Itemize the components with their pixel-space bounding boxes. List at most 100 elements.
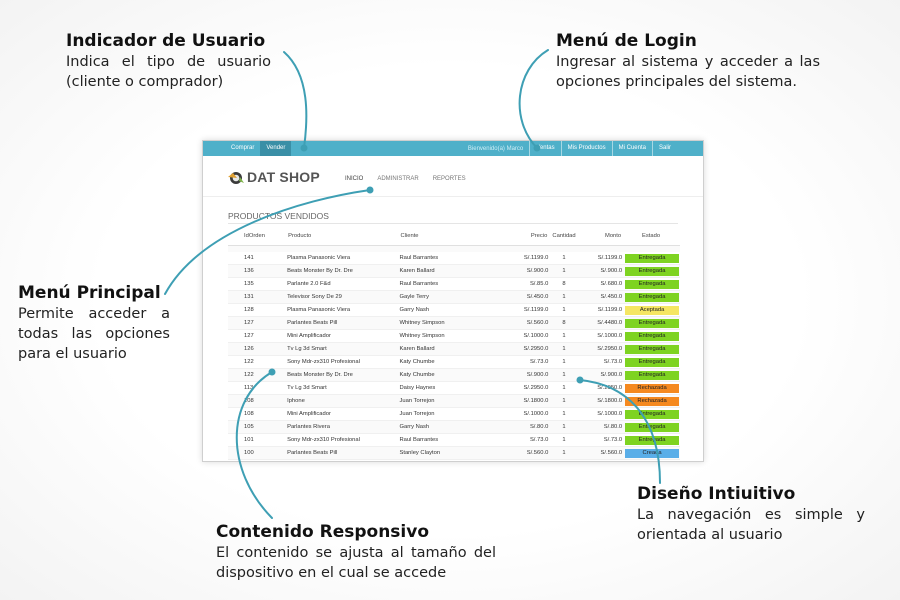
user-type-switch: Comprar Vender <box>225 141 292 156</box>
order-id-cell: 141 <box>228 252 288 265</box>
client-cell: Raul Barrantes <box>399 433 503 447</box>
orders-table-body: 141 Plasma Panasonic Viera Raul Barrantes S… <box>228 245 680 460</box>
table-row[interactable]: 135 Parlante 2.0 F&d Raul Barrantes S/.85.0… <box>228 277 680 291</box>
callout-description: Permite acceder a todas las opciones par… <box>18 306 170 362</box>
client-cell: Whitney Simpson <box>399 329 503 343</box>
table-header-row: IdOrden Producto Cliente Precio Cantidad… <box>228 227 680 246</box>
order-id-cell: 127 <box>228 329 288 343</box>
table-row[interactable]: 127 Mini Amplificador Whitney Simpson S/.10… <box>228 329 680 343</box>
status-cell: Creada <box>622 446 680 460</box>
table-row[interactable]: 131 Televisor Sony De 29 Gayle Terry S/.450… <box>228 290 680 304</box>
quantity-cell: 1 <box>548 342 580 356</box>
main-menu: INICIO ADMINISTRAR REPORTES <box>345 176 480 182</box>
product-cell: Televisor Sony De 29 <box>287 290 400 304</box>
callout-main-menu: Menú Principal Permite acceder a todas l… <box>18 282 170 364</box>
amount-cell: S/.2950.0 <box>579 381 623 395</box>
top-bar: Comprar Vender Bienvenido(a) Marco Venta… <box>203 141 703 156</box>
product-cell: Beats Monster By Dr. Dre <box>287 264 400 278</box>
my-account-link[interactable]: Mi Cuenta <box>611 141 652 156</box>
table-row[interactable]: 100 Parlantes Beats Pill Stanley Clayton S/… <box>228 446 680 460</box>
table-row[interactable]: 127 Parlantes Beats Pill Whitney Simpson S/… <box>228 316 680 330</box>
callout-title: Contenido Responsivo <box>216 522 430 542</box>
table-row[interactable]: 108 Iphone Juan Torrejon S/.1800.0 1 S/.1800.… <box>228 394 680 408</box>
status-badge: Entregada <box>625 319 680 328</box>
status-cell: Entregada <box>622 433 680 447</box>
status-badge: Entregada <box>625 358 680 367</box>
product-cell: Plasma Panasonic Viera <box>287 303 400 317</box>
table-row[interactable]: 136 Beats Monster By Dr. Dre Karen Ballard… <box>228 264 680 278</box>
price-cell: S/.1199.0 <box>502 303 549 317</box>
product-cell: Parlantes Rivera <box>287 420 400 434</box>
table-row[interactable]: 122 Sony Mdr-zx310 Profesional Katy Chumbe… <box>228 355 680 369</box>
client-cell: Stanley Clayton <box>399 446 503 460</box>
callout-title: Menú Principal <box>18 283 161 303</box>
logout-link[interactable]: Salir <box>651 141 677 156</box>
order-id-cell: 105 <box>228 420 288 434</box>
status-cell: Entregada <box>622 407 680 421</box>
column-header[interactable]: Cantidad <box>548 227 580 246</box>
status-badge: Rechazada <box>625 397 680 406</box>
nav-item-admin[interactable]: ADMINISTRAR <box>377 176 418 182</box>
product-cell: Sony Mdr-zx310 Profesional <box>287 433 400 447</box>
price-cell: S/.73.0 <box>502 355 549 369</box>
login-menu: Bienvenido(a) Marco Ventas Mis Productos… <box>468 141 677 156</box>
client-cell: Garry Nash <box>399 420 503 434</box>
table-row[interactable]: 122 Beats Monster By Dr. Dre Katy Chumbe S/… <box>228 368 680 382</box>
my-products-link[interactable]: Mis Productos <box>560 141 612 156</box>
status-cell: Entregada <box>622 355 680 369</box>
product-cell: Mini Amplificador <box>287 407 400 421</box>
column-header[interactable]: IdOrden <box>228 227 288 246</box>
status-badge: Entregada <box>625 280 680 289</box>
price-cell: S/.2950.0 <box>502 342 549 356</box>
table-row[interactable]: 126 Tv Lg 3d Smart Karen Ballard S/.2950.0 1… <box>228 342 680 356</box>
table-row[interactable]: 105 Parlantes Rivera Garry Nash S/.80.0 1 S/.… <box>228 420 680 434</box>
buy-tab[interactable]: Comprar <box>225 141 260 156</box>
price-cell: S/.450.0 <box>502 290 549 304</box>
column-header[interactable]: Precio <box>502 227 549 246</box>
client-cell: Karen Ballard <box>399 342 503 356</box>
order-id-cell: 128 <box>228 303 288 317</box>
price-cell: S/.560.0 <box>502 316 549 330</box>
status-cell: Entregada <box>622 329 680 343</box>
quantity-cell: 1 <box>548 264 580 278</box>
nav-item-home[interactable]: INICIO <box>345 176 363 182</box>
section-title: PRODUCTOS VENDIDOS <box>228 211 329 221</box>
column-header[interactable]: Monto <box>579 227 623 246</box>
amount-cell: S/.80.0 <box>579 420 623 434</box>
table-row[interactable]: 141 Plasma Panasonic Viera Raul Barrantes S… <box>228 252 680 265</box>
quantity-cell: 1 <box>548 394 580 408</box>
column-header[interactable]: Estado <box>622 227 680 246</box>
status-cell: Entregada <box>622 252 680 265</box>
column-header[interactable]: Cliente <box>399 227 503 246</box>
product-cell: Plasma Panasonic Viera <box>287 252 400 265</box>
amount-cell: S/.900.0 <box>579 264 623 278</box>
nav-item-reports[interactable]: REPORTES <box>433 176 466 182</box>
table-row[interactable]: 113 Tv Lg 3d Smart Daisy Haynes S/.2950.0 1 S… <box>228 381 680 395</box>
table-row[interactable]: 101 Sony Mdr-zx310 Profesional Raul Barran… <box>228 433 680 447</box>
status-cell: Entregada <box>622 342 680 356</box>
client-cell: Daisy Haynes <box>399 381 503 395</box>
amount-cell: S/.1800.0 <box>579 394 623 408</box>
sales-link[interactable]: Ventas <box>529 141 560 156</box>
order-id-cell: 101 <box>228 433 288 447</box>
app-window: Comprar Vender Bienvenido(a) Marco Venta… <box>202 140 704 462</box>
callout-login-menu: Menú de Login Ingresar al sistema y acce… <box>556 30 820 92</box>
amount-cell: S/.900.0 <box>579 368 623 382</box>
quantity-cell: 1 <box>548 303 580 317</box>
table-row[interactable]: 108 Mini Amplificador Juan Torrejon S/.1000… <box>228 407 680 421</box>
sell-tab[interactable]: Vender <box>260 141 292 156</box>
order-id-cell: 108 <box>228 394 288 408</box>
brand-logo[interactable]: DAT SHOP <box>227 169 320 185</box>
column-header[interactable]: Producto <box>287 227 400 246</box>
table-row[interactable]: 128 Plasma Panasonic Viera Garry Nash S/.11… <box>228 303 680 317</box>
price-cell: S/.73.0 <box>502 433 549 447</box>
quantity-cell: 1 <box>548 355 580 369</box>
amount-cell: S/.73.0 <box>579 433 623 447</box>
product-cell: Beats Monster By Dr. Dre <box>287 368 400 382</box>
status-badge: Entregada <box>625 293 680 302</box>
price-cell: S/.1800.0 <box>502 394 549 408</box>
status-cell: Entregada <box>622 290 680 304</box>
amount-cell: S/.1199.0 <box>579 303 623 317</box>
price-cell: S/.560.0 <box>502 446 549 460</box>
status-cell: Entregada <box>622 316 680 330</box>
